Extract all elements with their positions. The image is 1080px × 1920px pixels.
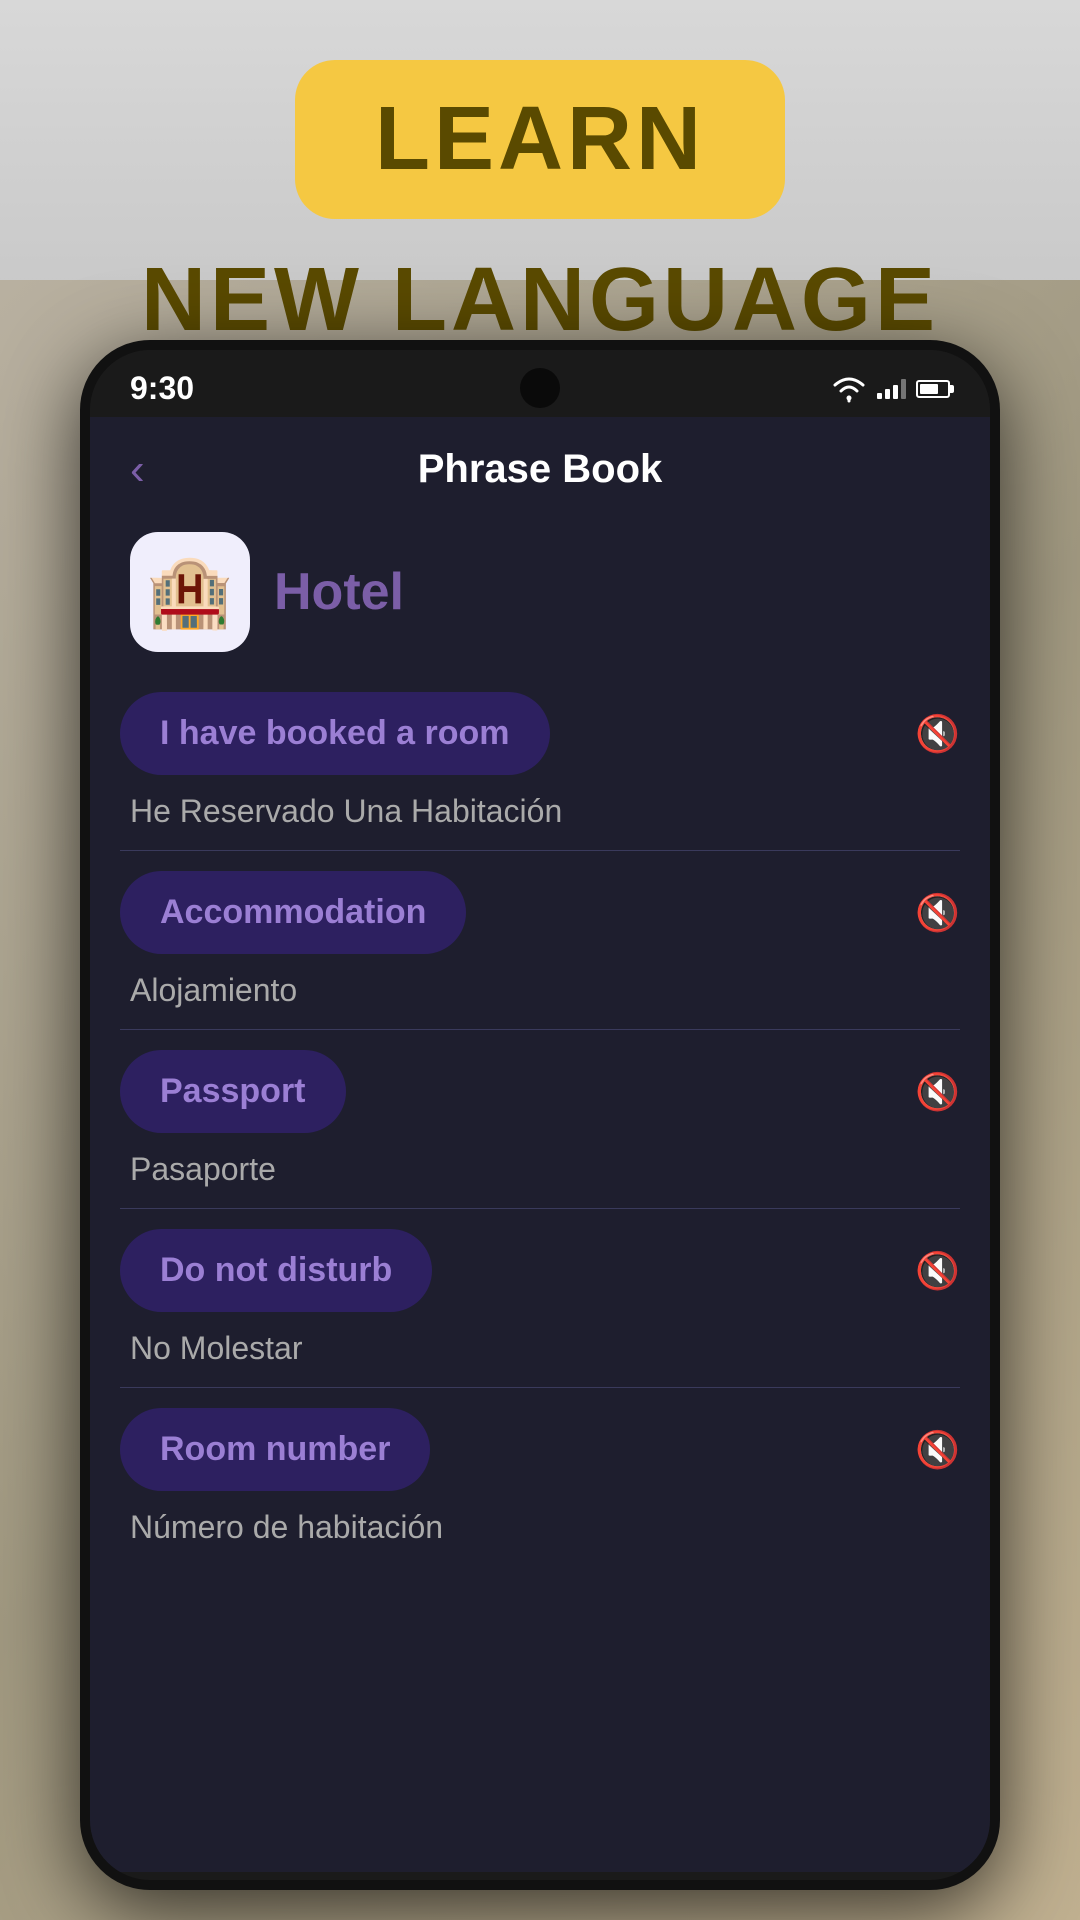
learn-badge: LEARN — [295, 60, 785, 219]
translation-row: He Reservado Una Habitación — [120, 785, 960, 850]
category-icon-box: 🏨 — [130, 532, 250, 652]
phrase-item: Passport 🔇 Pasaporte — [120, 1040, 960, 1209]
divider — [120, 850, 960, 851]
phrase-row: I have booked a room 🔇 — [120, 682, 960, 785]
phrase-item: Accommodation 🔇 Alojamiento — [120, 861, 960, 1030]
phrase-chip[interactable]: I have booked a room — [120, 692, 550, 775]
divider — [120, 1387, 960, 1388]
phone-frame: 9:30 ‹ Phrase Book — [80, 340, 1000, 1890]
camera-notch — [520, 368, 560, 408]
signal-icon — [877, 379, 906, 399]
sound-button[interactable]: 🔇 — [915, 1250, 960, 1292]
sound-button[interactable]: 🔇 — [915, 1071, 960, 1113]
phrase-item: Room number 🔇 Número de habitación — [120, 1398, 960, 1566]
divider — [120, 1208, 960, 1209]
translation-row: No Molestar — [120, 1322, 960, 1387]
phrase-list: I have booked a room 🔇 He Reservado Una … — [90, 682, 990, 1872]
translation-text: He Reservado Una Habitación — [130, 793, 562, 829]
phrase-item: I have booked a room 🔇 He Reservado Una … — [120, 682, 960, 851]
phrase-row: Accommodation 🔇 — [120, 861, 960, 964]
app-content: ‹ Phrase Book 🏨 Hotel I have booked a ro… — [90, 417, 990, 1872]
header-section: LEARN NEW LANGUAGE — [0, 0, 1080, 352]
phrase-chip[interactable]: Passport — [120, 1050, 346, 1133]
sound-button[interactable]: 🔇 — [915, 713, 960, 755]
translation-text: Pasaporte — [130, 1151, 276, 1187]
app-header: ‹ Phrase Book — [90, 417, 990, 512]
phrase-item: Do not disturb 🔇 No Molestar — [120, 1219, 960, 1388]
phrase-chip[interactable]: Accommodation — [120, 871, 466, 954]
hotel-icon: 🏨 — [146, 551, 233, 633]
category-name: Hotel — [274, 562, 404, 622]
translation-row: Alojamiento — [120, 964, 960, 1029]
wifi-icon — [831, 375, 867, 403]
phrase-text: Room number — [160, 1430, 390, 1468]
phrase-text: Passport — [160, 1072, 306, 1110]
phrase-row: Room number 🔇 — [120, 1398, 960, 1501]
sound-button[interactable]: 🔇 — [915, 1429, 960, 1471]
translation-row: Número de habitación — [120, 1501, 960, 1566]
app-title: Phrase Book — [418, 447, 663, 492]
phrase-chip[interactable]: Do not disturb — [120, 1229, 432, 1312]
phrase-row: Do not disturb 🔇 — [120, 1219, 960, 1322]
translation-text: Número de habitación — [130, 1509, 443, 1545]
category-header: 🏨 Hotel — [90, 512, 990, 682]
sound-button[interactable]: 🔇 — [915, 892, 960, 934]
phrase-row: Passport 🔇 — [120, 1040, 960, 1143]
phrase-text: I have booked a room — [160, 714, 510, 752]
learn-label: LEARN — [375, 88, 705, 191]
translation-text: No Molestar — [130, 1330, 303, 1366]
phrase-text: Accommodation — [160, 893, 426, 931]
status-time: 9:30 — [130, 370, 194, 407]
translation-row: Pasaporte — [120, 1143, 960, 1208]
status-icons — [831, 375, 950, 403]
new-language-label: NEW LANGUAGE — [141, 249, 939, 352]
translation-text: Alojamiento — [130, 972, 297, 1008]
back-button[interactable]: ‹ — [130, 445, 145, 495]
battery-icon — [916, 380, 950, 398]
phrase-text: Do not disturb — [160, 1251, 392, 1289]
divider — [120, 1029, 960, 1030]
phrase-chip[interactable]: Room number — [120, 1408, 430, 1491]
